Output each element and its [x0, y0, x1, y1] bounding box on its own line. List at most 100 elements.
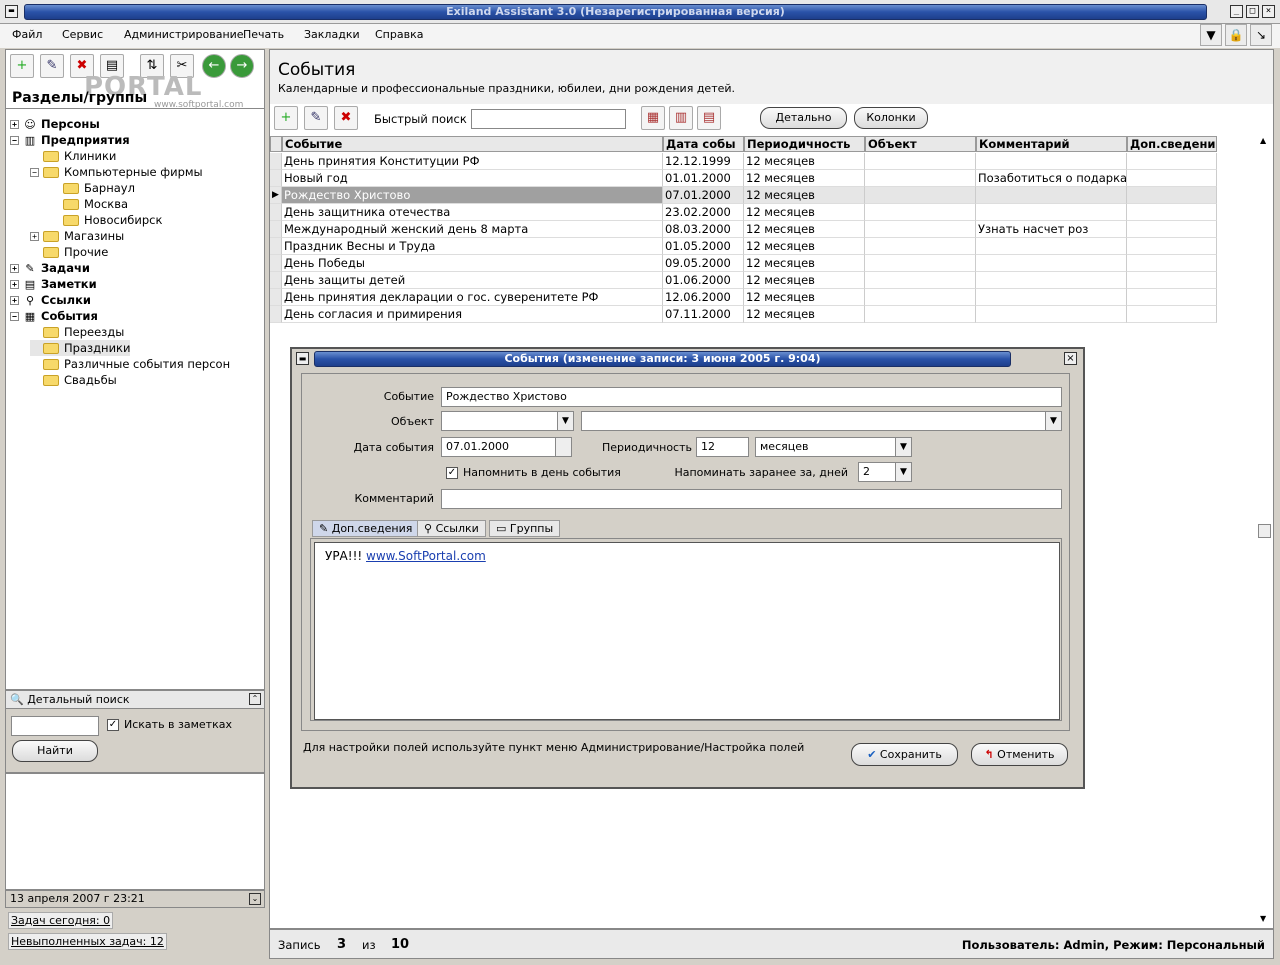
tree-item[interactable]: Клиники: [30, 148, 116, 164]
scroll-down-icon[interactable]: ▼: [1260, 914, 1266, 923]
table-cell[interactable]: 12.06.2000: [663, 289, 744, 306]
add-section-button[interactable]: +: [10, 54, 34, 78]
remind-checkbox[interactable]: ✓: [446, 467, 458, 479]
period-field[interactable]: 12: [696, 437, 749, 457]
tasks-today-link[interactable]: Задач сегодня: 0: [8, 912, 114, 929]
tree-item[interactable]: − ▦ События: [10, 308, 98, 324]
cancel-button[interactable]: ↰ Отменить: [971, 743, 1068, 766]
calendar-picker-icon[interactable]: [555, 438, 571, 456]
collapse-icon[interactable]: −: [30, 168, 39, 177]
delete-record-button[interactable]: ✖: [334, 106, 358, 130]
save-button[interactable]: ✔ Сохранить: [851, 743, 958, 766]
columns-button[interactable]: Колонки: [854, 107, 928, 129]
table-cell[interactable]: 12 месяцев: [744, 170, 865, 187]
dialog-menu-icon[interactable]: ▬: [296, 352, 309, 365]
tree-item[interactable]: + ▤ Заметки: [10, 276, 97, 292]
tree-item[interactable]: + Магазины: [30, 228, 124, 244]
tree-item[interactable]: − ▥ Предприятия: [10, 132, 130, 148]
table-cell[interactable]: 09.05.2000: [663, 255, 744, 272]
table-cell[interactable]: 23.02.2000: [663, 204, 744, 221]
table-cell[interactable]: [1127, 221, 1217, 238]
tree-item[interactable]: Прочие: [30, 244, 108, 260]
table-cell[interactable]: 01.01.2000: [663, 170, 744, 187]
table-cell[interactable]: [976, 255, 1127, 272]
date-field[interactable]: 07.01.2000: [441, 437, 572, 457]
table-cell[interactable]: 12 месяцев: [744, 306, 865, 323]
table-cell[interactable]: Праздник Весны и Труда: [282, 238, 663, 255]
period-unit-select[interactable]: месяцев ▼: [755, 437, 912, 457]
table-cell[interactable]: [865, 272, 976, 289]
expand-icon[interactable]: +: [30, 232, 39, 241]
table-cell[interactable]: 07.01.2000: [663, 187, 744, 204]
table-cell[interactable]: 12 месяцев: [744, 153, 865, 170]
table-cell[interactable]: Узнать насчет роз: [976, 221, 1127, 238]
collapse-icon[interactable]: −: [10, 136, 19, 145]
tree-item[interactable]: + ✎ Задачи: [10, 260, 90, 276]
table-cell[interactable]: Рождество Христово: [282, 187, 663, 204]
calendar-month-icon[interactable]: ▤: [697, 106, 721, 130]
add-record-button[interactable]: +: [274, 106, 298, 130]
table-cell[interactable]: 12 месяцев: [744, 238, 865, 255]
tree-item[interactable]: Праздники: [30, 340, 131, 356]
column-header[interactable]: Событие: [282, 136, 663, 152]
table-cell[interactable]: 12 месяцев: [744, 221, 865, 238]
tree-item[interactable]: Москва: [50, 196, 128, 212]
table-cell[interactable]: [976, 204, 1127, 221]
quick-search-input[interactable]: [471, 109, 626, 129]
tasks-open-link[interactable]: Невыполненных задач: 12: [8, 933, 167, 950]
table-cell[interactable]: [1127, 187, 1217, 204]
column-header[interactable]: Объект: [865, 136, 976, 152]
table-cell[interactable]: 12 месяцев: [744, 272, 865, 289]
row-indicator[interactable]: [270, 272, 282, 289]
edit-record-button[interactable]: ✎: [304, 106, 328, 130]
detail-button[interactable]: Детально: [760, 107, 847, 129]
edit-section-button[interactable]: ✎: [40, 54, 64, 78]
table-cell[interactable]: [1127, 170, 1217, 187]
row-indicator[interactable]: [270, 255, 282, 272]
menu-admin[interactable]: Администрирование: [124, 28, 244, 41]
tree-item[interactable]: Различные события персон: [30, 356, 230, 372]
table-cell[interactable]: 12.12.1999: [663, 153, 744, 170]
table-cell[interactable]: 12 месяцев: [744, 255, 865, 272]
calendar-view-icon[interactable]: ▦: [641, 106, 665, 130]
expand-icon[interactable]: +: [10, 280, 19, 289]
tab-links[interactable]: ⚲ Ссылки: [417, 520, 486, 537]
menu-file[interactable]: Файл: [12, 28, 42, 41]
row-indicator[interactable]: [270, 238, 282, 255]
table-cell[interactable]: Новый год: [282, 170, 663, 187]
table-cell[interactable]: День принятия Конституции РФ: [282, 153, 663, 170]
table-cell[interactable]: [1127, 289, 1217, 306]
table-cell[interactable]: 12 месяцев: [744, 204, 865, 221]
back-icon[interactable]: ←: [202, 54, 226, 78]
row-indicator[interactable]: [270, 153, 282, 170]
tree-item[interactable]: + ☺ Персоны: [10, 116, 100, 132]
remind-ahead-select[interactable]: 2 ▼: [858, 462, 912, 482]
table-cell[interactable]: [976, 187, 1127, 204]
table-cell[interactable]: [1127, 272, 1217, 289]
menu-service[interactable]: Сервис: [62, 28, 103, 41]
pin-icon[interactable]: ↘: [1250, 24, 1272, 46]
table-cell[interactable]: [976, 238, 1127, 255]
search-notes-checkbox[interactable]: ✓: [107, 719, 119, 731]
row-indicator[interactable]: [270, 170, 282, 187]
table-cell[interactable]: [976, 272, 1127, 289]
table-cell[interactable]: 12 месяцев: [744, 289, 865, 306]
close-icon[interactable]: ×: [1262, 5, 1275, 18]
tree-item[interactable]: − Компьютерные фирмы: [30, 164, 203, 180]
collapse-icon[interactable]: ⌃: [249, 693, 261, 705]
expand-icon[interactable]: ⌄: [249, 893, 261, 905]
scroll-up-icon[interactable]: ▲: [1260, 136, 1266, 145]
table-cell[interactable]: День Победы: [282, 255, 663, 272]
table-cell[interactable]: 01.05.2000: [663, 238, 744, 255]
table-cell[interactable]: [1127, 255, 1217, 272]
tree-item[interactable]: Переезды: [30, 324, 124, 340]
find-button[interactable]: Найти: [12, 740, 98, 762]
table-cell[interactable]: [976, 306, 1127, 323]
row-indicator[interactable]: [270, 289, 282, 306]
tree-item[interactable]: Свадьбы: [30, 372, 117, 388]
table-cell[interactable]: [865, 238, 976, 255]
column-header[interactable]: Доп.сведения: [1127, 136, 1217, 152]
table-cell[interactable]: [1127, 153, 1217, 170]
table-cell[interactable]: [865, 306, 976, 323]
row-indicator[interactable]: ▶: [270, 187, 282, 204]
